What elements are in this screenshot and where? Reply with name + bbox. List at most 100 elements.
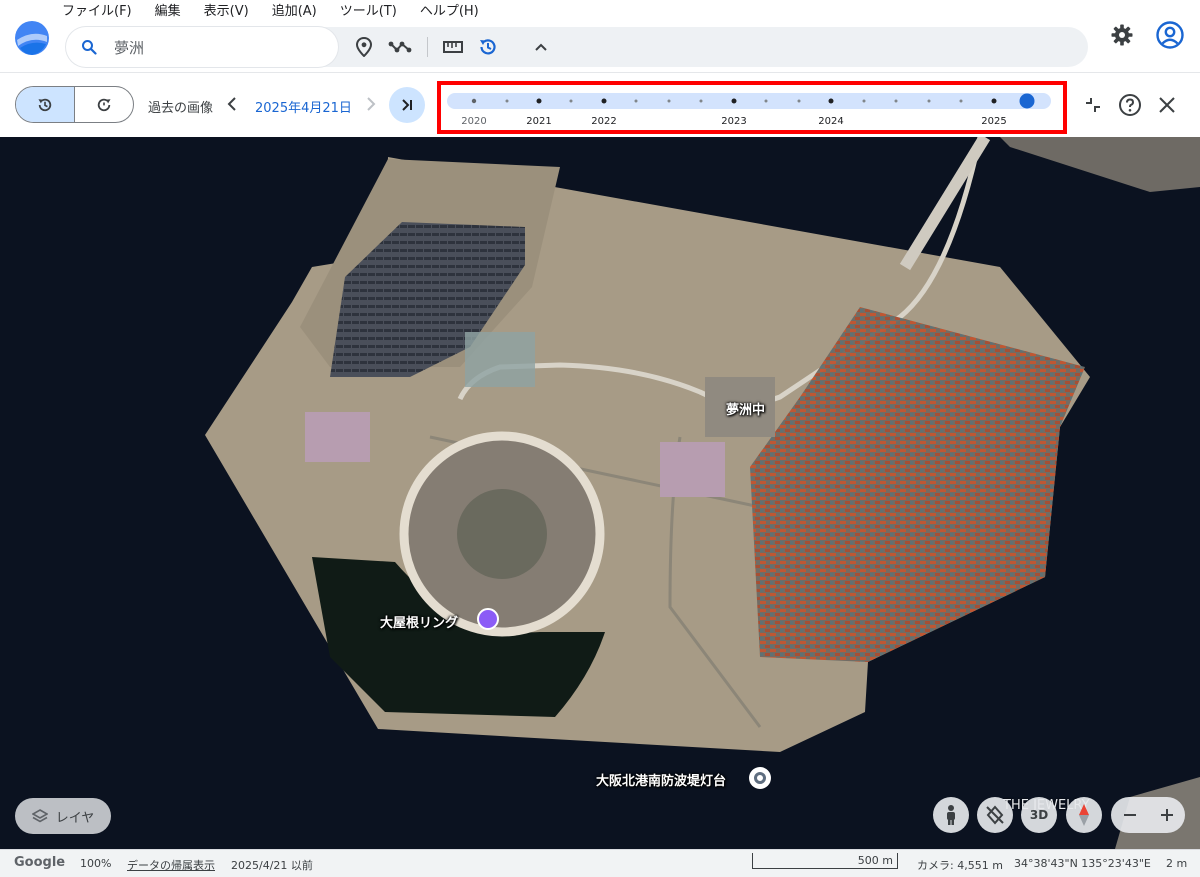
compass-icon xyxy=(1079,804,1089,826)
current-imagery-button[interactable] xyxy=(75,87,133,122)
timeline-date-dot[interactable] xyxy=(471,98,477,104)
building xyxy=(465,332,535,387)
timeline-date-dot[interactable] xyxy=(959,99,963,103)
timeline-date-dot[interactable] xyxy=(699,99,703,103)
google-logo: Google xyxy=(14,855,66,870)
place-marker[interactable] xyxy=(749,767,771,789)
timeline-year-label: 2021 xyxy=(526,116,551,127)
search-input[interactable] xyxy=(114,35,324,59)
timeline-date-dot[interactable] xyxy=(634,99,638,103)
zoom-out-button[interactable] xyxy=(1111,797,1148,833)
search-icon[interactable] xyxy=(81,39,97,55)
plus-icon xyxy=(1160,809,1173,821)
history-icon xyxy=(38,98,52,111)
layers-label: レイヤ xyxy=(55,810,95,826)
map-label-yumeshima-junior-high[interactable]: 夢洲中 xyxy=(726,399,765,418)
path-icon xyxy=(388,41,412,53)
add-placemark-button[interactable] xyxy=(352,35,376,59)
app-header: ファイル(F) 編集 表示(V) 追加(A) ツール(T) ヘルプ(H) xyxy=(0,0,1200,72)
chevron-left-icon[interactable] xyxy=(224,95,240,113)
collapse-toolbar-button[interactable] xyxy=(529,35,553,59)
tilt-view-button[interactable] xyxy=(977,797,1013,833)
menu-edit[interactable]: 編集 xyxy=(155,3,181,21)
satellite-imagery[interactable] xyxy=(0,137,1200,849)
status-bar: Google 100% データの帰属表示 2025/4/21 以前 500 m … xyxy=(0,849,1200,877)
history-icon xyxy=(480,39,496,55)
timeline-date-dot[interactable] xyxy=(601,98,607,104)
3d-toggle-button[interactable]: 3D xyxy=(1021,797,1057,833)
timeline-date-dot[interactable] xyxy=(536,98,542,104)
pegman-icon xyxy=(947,805,955,825)
camera-altitude: カメラ: 4,551 m xyxy=(917,859,1003,872)
zoom-in-button[interactable] xyxy=(1148,797,1185,833)
satellite-map-view[interactable]: 夢洲中 大屋根リング 大阪北港南防波堤灯台 THE JEWELRY レイヤ 3D xyxy=(0,137,1200,849)
timeline-year-label: 2022 xyxy=(591,116,616,127)
zoom-controls xyxy=(1111,797,1185,833)
timeline-year-label: 2025 xyxy=(981,116,1006,127)
close-icon[interactable] xyxy=(1156,94,1178,116)
compass-button[interactable] xyxy=(1066,797,1102,833)
timeline-date-dot[interactable] xyxy=(991,98,997,104)
help-icon[interactable] xyxy=(1118,93,1142,117)
imagery-timeline[interactable]: 2020 2021 2022 2023 2024 2025 xyxy=(441,85,1063,130)
timeline-date-dot[interactable] xyxy=(894,99,898,103)
menu-help[interactable]: ヘルプ(H) xyxy=(420,3,479,21)
menu-view[interactable]: 表示(V) xyxy=(204,3,249,21)
gear-icon[interactable] xyxy=(1110,23,1134,47)
timeline-date-dot[interactable] xyxy=(731,98,737,104)
tilt-off-icon xyxy=(986,805,1004,825)
menu-tools[interactable]: ツール(T) xyxy=(340,3,397,21)
place-marker[interactable] xyxy=(477,608,499,630)
layers-icon xyxy=(31,809,48,823)
historical-imagery-button[interactable] xyxy=(476,35,500,59)
data-attribution-link[interactable]: データの帰属表示 xyxy=(127,857,215,873)
timeline-highlight-frame: 2020 2021 2022 2023 2024 2025 xyxy=(437,81,1067,134)
menu-bar: ファイル(F) 編集 表示(V) 追加(A) ツール(T) ヘルプ(H) xyxy=(62,3,502,21)
search-toolbar xyxy=(66,27,1088,67)
timeline-date-dot[interactable] xyxy=(764,99,768,103)
chevron-right-icon[interactable] xyxy=(363,95,379,113)
skip-to-latest-button[interactable] xyxy=(389,87,425,123)
timeline-date-dot[interactable] xyxy=(569,99,573,103)
shoreline xyxy=(1000,137,1200,192)
map-label-grand-ring[interactable]: 大屋根リング xyxy=(380,612,458,631)
minus-icon xyxy=(1123,814,1136,816)
timeline-date-dot[interactable] xyxy=(862,99,866,103)
timeline-date-dot[interactable] xyxy=(797,99,801,103)
place-pin-icon xyxy=(355,37,373,57)
timeline-date-dot[interactable] xyxy=(828,98,834,104)
collapse-arrows-icon[interactable] xyxy=(1082,94,1104,116)
history-view-toggle xyxy=(15,86,134,123)
ring-center-forest xyxy=(457,489,547,579)
menu-add[interactable]: 追加(A) xyxy=(272,3,317,21)
historical-imagery-bar: 過去の画像 2025年4月21日 2020 2021 2022 2023 202… xyxy=(0,72,1200,137)
cursor-coordinates: 34°38'43"N 135°23'43"E xyxy=(1014,857,1151,870)
refresh-clock-icon xyxy=(97,98,111,111)
history-mode-button[interactable] xyxy=(16,87,75,122)
building xyxy=(660,442,725,497)
menu-file[interactable]: ファイル(F) xyxy=(62,3,132,21)
skip-to-end-icon xyxy=(402,99,412,111)
current-imagery-date[interactable]: 2025年4月21日 xyxy=(255,97,352,116)
measure-button[interactable] xyxy=(441,35,465,59)
historical-imagery-label: 過去の画像 xyxy=(148,101,214,116)
chevron-up-icon xyxy=(535,43,547,51)
timeline-selected-handle[interactable] xyxy=(1019,93,1035,109)
zoom-percentage: 100% xyxy=(80,857,112,870)
elevation: 2 m xyxy=(1166,857,1188,870)
timeline-date-dot[interactable] xyxy=(667,99,671,103)
timeline-year-label: 2020 xyxy=(461,116,486,127)
timeline-year-label: 2024 xyxy=(818,116,843,127)
google-earth-logo-icon xyxy=(15,21,49,55)
toolbar-divider xyxy=(427,37,428,57)
add-path-button[interactable] xyxy=(388,35,412,59)
street-view-button[interactable] xyxy=(933,797,969,833)
timeline-year-label: 2023 xyxy=(721,116,746,127)
timeline-date-dot[interactable] xyxy=(927,99,931,103)
ruler-icon xyxy=(443,41,463,53)
scale-label: 500 m xyxy=(857,854,893,867)
map-label-lighthouse[interactable]: 大阪北港南防波堤灯台 xyxy=(596,770,726,789)
layers-button[interactable]: レイヤ xyxy=(15,798,111,834)
account-circle-icon[interactable] xyxy=(1156,21,1184,49)
timeline-date-dot[interactable] xyxy=(505,99,509,103)
